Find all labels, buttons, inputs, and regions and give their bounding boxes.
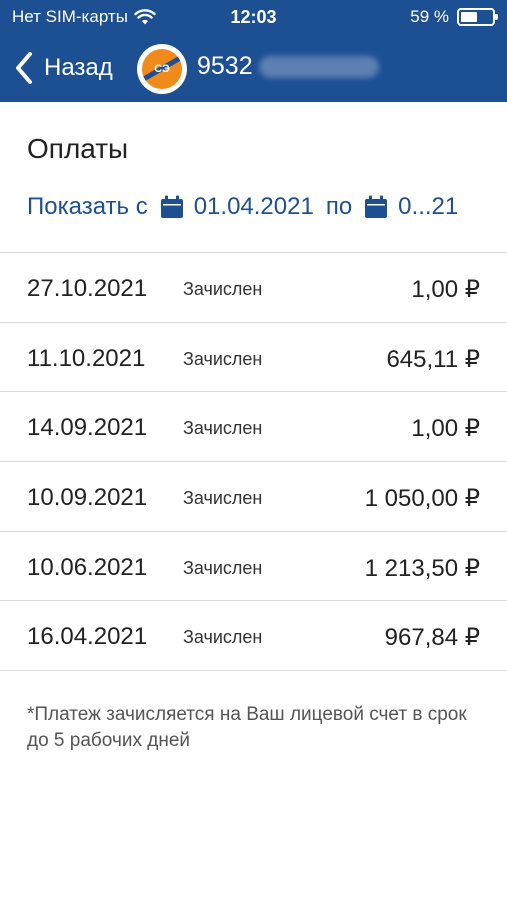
calendar-icon (160, 195, 183, 218)
payment-date: 10.09.2021 (27, 484, 148, 512)
filter-mid-label: по (325, 193, 353, 220)
date-from-picker[interactable]: 01.04.2021 (160, 193, 314, 221)
battery-level (461, 12, 478, 22)
payment-status: Зачислен (183, 279, 263, 299)
status-bar: Нет SIM-карты 12:03 59 % (0, 0, 507, 34)
payment-status: Зачислен (183, 557, 263, 578)
account-number-redacted (258, 55, 379, 78)
filter-prefix-label: Показать с (27, 193, 148, 220)
back-button[interactable]: Назад (14, 48, 113, 88)
battery-icon (457, 8, 498, 26)
payment-amount: 1,00 ₽ (411, 276, 480, 303)
chevron-left-icon (16, 52, 32, 84)
payment-status: Зачислен (183, 627, 263, 648)
back-label: Назад (44, 54, 113, 81)
date-to-picker[interactable]: 0...21 (364, 193, 458, 221)
payment-row: 27.10.2021 Зачислен 1,00 ₽ (0, 253, 507, 323)
payment-amount: 645,11 ₽ (386, 345, 480, 373)
payment-date: 11.10.2021 (27, 344, 146, 372)
payment-date: 10.06.2021 (27, 553, 148, 581)
logo-badge: СЭ (142, 49, 182, 89)
date-from-value: 01.04.2021 (193, 193, 314, 220)
date-filter: Показать с 01.04.2021 по 0...21 (27, 193, 497, 221)
nav-bar: Назад СЭ 9532 (0, 34, 507, 102)
app-header: Нет SIM-карты 12:03 59 % Назад СЭ 9532 (0, 0, 507, 102)
payment-amount: 1,00 ₽ (411, 415, 480, 443)
logo-text: СЭ (154, 63, 170, 75)
payment-status: Зачислен (183, 348, 263, 369)
payment-row: 14.09.2021 Зачислен 1,00 ₽ (0, 392, 507, 463)
battery-status: 59 % (410, 7, 498, 27)
payment-date: 27.10.2021 (27, 275, 148, 302)
payment-date: 14.09.2021 (27, 414, 148, 442)
payment-row: 10.06.2021 Зачислен 1 213,50 ₽ (0, 532, 507, 602)
payment-amount: 1 050,00 ₽ (364, 485, 480, 513)
payment-row: 11.10.2021 Зачислен 645,11 ₽ (0, 323, 507, 393)
page-title: Оплаты (27, 133, 129, 164)
account-number-visible: 9532 (197, 52, 253, 80)
payment-amount: 1 213,50 ₽ (364, 554, 480, 582)
payment-footnote: *Платеж зачисляется на Ваш лицевой счет … (27, 704, 467, 751)
battery-percent: 59 % (410, 7, 449, 26)
payment-row: 10.09.2021 Зачислен 1 050,00 ₽ (0, 462, 507, 532)
date-to-value: 0...21 (398, 193, 459, 220)
payment-amount: 967,84 ₽ (384, 624, 480, 652)
payment-date: 16.04.2021 (27, 623, 148, 651)
payment-status: Зачислен (183, 488, 263, 509)
payment-row: 16.04.2021 Зачислен 967,84 ₽ (0, 601, 507, 672)
payments-list: 27.10.2021 Зачислен 1,00 ₽ 11.10.2021 За… (0, 252, 507, 672)
company-logo: СЭ (137, 44, 187, 94)
calendar-icon (365, 195, 388, 218)
account-number: 9532 (197, 52, 379, 81)
payment-status: Зачислен (183, 418, 263, 439)
